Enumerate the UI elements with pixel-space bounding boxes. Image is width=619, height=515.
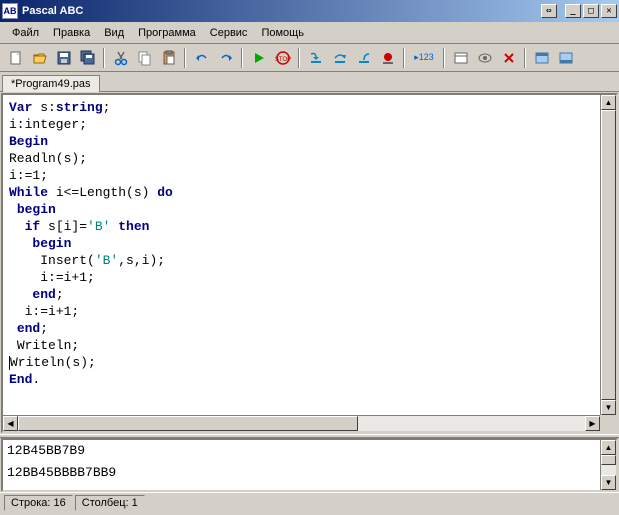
code-editor[interactable]: Var s:string; i:integer; Begin Readln(s)…: [1, 93, 618, 433]
menu-view[interactable]: Вид: [98, 25, 130, 41]
output-button[interactable]: [449, 47, 472, 69]
output-line: 12В45ВВ7В9: [7, 442, 612, 460]
status-line: Строка: 16: [4, 495, 73, 511]
menu-program[interactable]: Программа: [132, 25, 202, 41]
clear-button[interactable]: [497, 47, 520, 69]
cut-button[interactable]: [109, 47, 132, 69]
svg-text:STOP: STOP: [275, 57, 291, 63]
step-out-button[interactable]: [352, 47, 375, 69]
scroll-up-icon[interactable]: ▲: [601, 440, 616, 455]
run-button[interactable]: [247, 47, 270, 69]
tab-bar: *Program49.pas: [0, 72, 619, 92]
window-buttons: ⇔ _ □ ✕: [541, 4, 617, 18]
stop-button[interactable]: STOP: [271, 47, 294, 69]
step-over-button[interactable]: [328, 47, 351, 69]
file-tab[interactable]: *Program49.pas: [2, 75, 100, 92]
close-button[interactable]: ✕: [601, 4, 617, 18]
scroll-up-icon[interactable]: ▲: [601, 95, 616, 110]
menu-edit[interactable]: Правка: [47, 25, 96, 41]
collapse-button[interactable]: ⇔: [541, 4, 557, 18]
app-icon: AB: [2, 3, 18, 19]
scroll-down-icon[interactable]: ▼: [601, 475, 616, 490]
editor-vscroll[interactable]: ▲ ▼: [600, 95, 616, 415]
toolbar: STOP ▸123: [0, 44, 619, 72]
status-bar: Строка: 16 Столбец: 1: [0, 492, 619, 512]
watch-button[interactable]: ▸123: [409, 47, 439, 69]
breakpoint-button[interactable]: [376, 47, 399, 69]
menu-help[interactable]: Помощь: [255, 25, 310, 41]
undo-button[interactable]: [190, 47, 213, 69]
redo-button[interactable]: [214, 47, 237, 69]
open-button[interactable]: [28, 47, 51, 69]
output-vscroll[interactable]: ▲ ▼: [600, 440, 616, 490]
title-bar: AB Pascal ABC ⇔ _ □ ✕: [0, 0, 619, 22]
output-panel[interactable]: 12В45ВВ7В9 12ВВ45ВВВВ7ВВ9 ▲ ▼: [1, 438, 618, 492]
scroll-corner: [600, 415, 616, 431]
output-text: 12В45ВВ7В9 12ВВ45ВВВВ7ВВ9: [3, 440, 616, 484]
scroll-down-icon[interactable]: ▼: [601, 400, 616, 415]
save-all-button[interactable]: [76, 47, 99, 69]
panel2-button[interactable]: [554, 47, 577, 69]
menu-bar: Файл Правка Вид Программа Сервис Помощь: [0, 22, 619, 44]
scroll-right-icon[interactable]: ▶: [585, 416, 600, 431]
menu-service[interactable]: Сервис: [204, 25, 254, 41]
maximize-button[interactable]: □: [583, 4, 599, 18]
minimize-button[interactable]: _: [565, 4, 581, 18]
menu-file[interactable]: Файл: [6, 25, 45, 41]
editor-hscroll[interactable]: ◀ ▶: [3, 415, 600, 431]
copy-button[interactable]: [133, 47, 156, 69]
panel1-button[interactable]: [530, 47, 553, 69]
output-line: 12ВВ45ВВВВ7ВВ9: [7, 464, 612, 482]
save-button[interactable]: [52, 47, 75, 69]
view-button[interactable]: [473, 47, 496, 69]
paste-button[interactable]: [157, 47, 180, 69]
window-title: Pascal ABC: [22, 5, 541, 17]
code-content[interactable]: Var s:string; i:integer; Begin Readln(s)…: [3, 95, 616, 415]
scroll-left-icon[interactable]: ◀: [3, 416, 18, 431]
step-into-button[interactable]: [304, 47, 327, 69]
status-col: Столбец: 1: [75, 495, 145, 511]
new-button[interactable]: [4, 47, 27, 69]
